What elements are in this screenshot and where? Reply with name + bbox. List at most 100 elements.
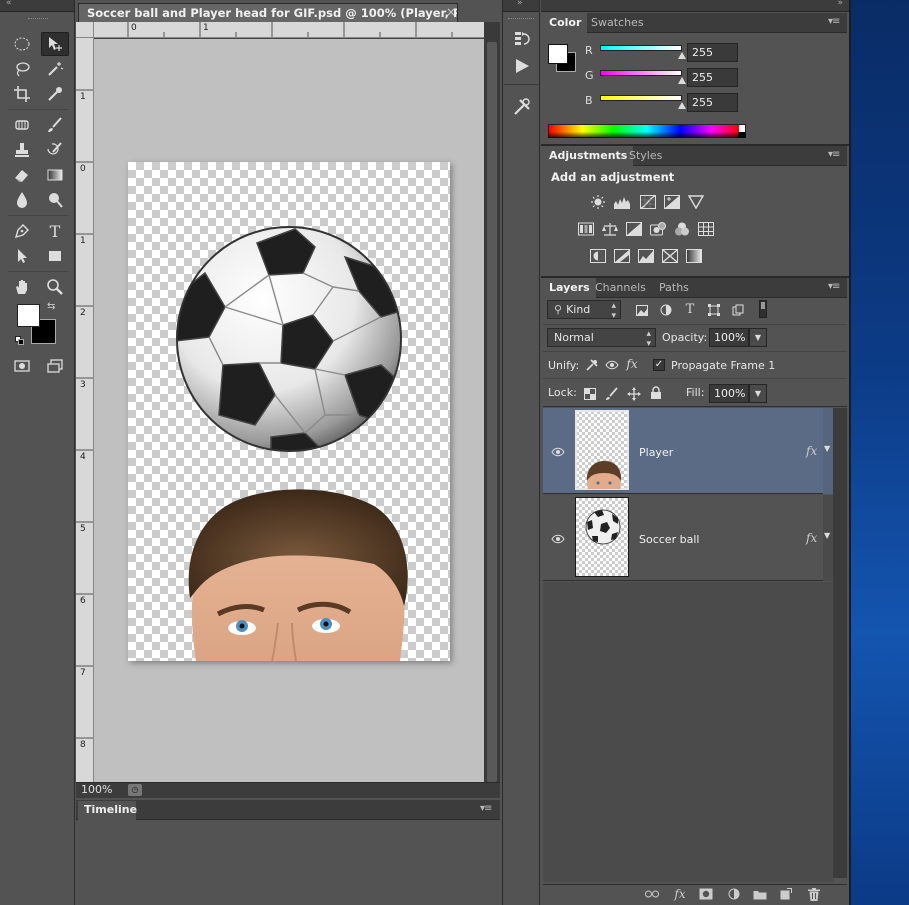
- actions-panel-icon[interactable]: [508, 53, 536, 79]
- brightness-contrast-icon[interactable]: [589, 194, 607, 210]
- move-tool-icon[interactable]: [41, 32, 69, 56]
- fill-dropdown-arrow[interactable]: ▼: [749, 384, 767, 403]
- link-layers-icon[interactable]: [644, 887, 660, 901]
- foreground-color-swatch[interactable]: [17, 304, 40, 327]
- type-tool-icon[interactable]: T: [41, 219, 69, 243]
- tab-channels[interactable]: Channels: [589, 278, 652, 298]
- propagate-frame-checkbox[interactable]: ✓: [653, 359, 665, 371]
- layer-visibility-eye-icon[interactable]: [551, 447, 565, 457]
- scrollbar-thumb[interactable]: [487, 42, 497, 782]
- blur-tool-icon[interactable]: [8, 188, 36, 212]
- layer-thumbnail-player[interactable]: [575, 410, 629, 490]
- fill-input[interactable]: 100%: [709, 384, 749, 403]
- layer-effects-toggle[interactable]: ▼: [823, 408, 833, 494]
- filter-adjustment-layers-icon[interactable]: [659, 303, 673, 317]
- tool-presets-panel-icon[interactable]: [508, 94, 536, 120]
- hand-tool-icon[interactable]: [8, 275, 36, 299]
- spectrum-black-chip[interactable]: [738, 132, 746, 138]
- history-panel-icon[interactable]: [508, 26, 536, 52]
- tab-layers[interactable]: Layers: [543, 278, 596, 298]
- lasso-tool-icon[interactable]: [8, 57, 36, 81]
- eraser-tool-icon[interactable]: [8, 163, 36, 187]
- filter-type-layers-icon[interactable]: T: [683, 302, 697, 317]
- right-dock-header[interactable]: »: [541, 0, 849, 12]
- exposure-icon[interactable]: [663, 194, 681, 210]
- filter-toggle-switch[interactable]: [759, 300, 767, 318]
- layer-visibility-eye-icon[interactable]: [551, 534, 565, 544]
- tab-paths[interactable]: Paths: [653, 278, 695, 298]
- curves-icon[interactable]: [639, 194, 657, 210]
- green-slider[interactable]: [600, 70, 682, 76]
- blue-slider-thumb[interactable]: [678, 102, 686, 109]
- expand-icon[interactable]: »: [837, 0, 843, 8]
- lock-transparent-pixels-icon[interactable]: [583, 387, 597, 401]
- unify-style-icon[interactable]: fx: [625, 357, 639, 371]
- filter-smart-objects-icon[interactable]: [731, 303, 745, 317]
- tools-panel-header[interactable]: «: [0, 0, 74, 12]
- expand-icon[interactable]: »: [517, 0, 523, 8]
- eyedropper-tool-icon[interactable]: [41, 82, 69, 106]
- threshold-icon[interactable]: [637, 248, 655, 264]
- document-scrollbar[interactable]: [484, 22, 500, 782]
- opacity-dropdown-arrow[interactable]: ▼: [749, 328, 767, 347]
- add-layer-mask-icon[interactable]: [698, 887, 714, 901]
- tab-color[interactable]: Color: [543, 13, 588, 33]
- zoom-tool-icon[interactable]: [41, 275, 69, 299]
- close-tab-icon[interactable]: ×: [446, 5, 456, 19]
- tab-styles[interactable]: Styles: [623, 146, 668, 166]
- ruler-horizontal[interactable]: 0 1: [94, 22, 484, 38]
- color-balance-icon[interactable]: [601, 221, 619, 237]
- layer-effects-icon[interactable]: fx: [806, 531, 817, 545]
- channel-mixer-icon[interactable]: [673, 221, 691, 237]
- lock-position-icon[interactable]: [627, 387, 641, 401]
- ruler-origin[interactable]: [76, 22, 94, 38]
- unify-visibility-icon[interactable]: [605, 358, 619, 372]
- gradient-tool-icon[interactable]: [41, 163, 69, 187]
- green-value-input[interactable]: 255: [687, 68, 738, 87]
- layers-scrollbar[interactable]: [833, 408, 847, 878]
- new-group-icon[interactable]: [752, 887, 768, 901]
- dock-grip[interactable]: [508, 18, 534, 21]
- pen-tool-icon[interactable]: [8, 219, 36, 243]
- delete-layer-icon[interactable]: [806, 887, 822, 901]
- posterize-icon[interactable]: [613, 248, 631, 264]
- panel-menu-icon[interactable]: ▾≡: [828, 149, 840, 160]
- quick-mask-icon[interactable]: [8, 354, 36, 378]
- swap-colors-icon[interactable]: ⇆: [47, 301, 55, 312]
- document-tab[interactable]: Soccer ball and Player head for GIF.psd …: [78, 3, 458, 23]
- lock-image-pixels-icon[interactable]: [605, 387, 619, 401]
- magic-wand-tool-icon[interactable]: [41, 57, 69, 81]
- vibrance-icon[interactable]: [687, 194, 705, 210]
- hue-saturation-icon[interactable]: [577, 221, 595, 237]
- clone-stamp-tool-icon[interactable]: [8, 138, 36, 162]
- filter-pixel-layers-icon[interactable]: [635, 303, 649, 317]
- panel-menu-icon[interactable]: ▾≡: [828, 16, 840, 27]
- red-slider-thumb[interactable]: [678, 52, 686, 59]
- lock-all-icon[interactable]: [649, 386, 663, 400]
- brush-tool-icon[interactable]: [41, 113, 69, 137]
- crop-tool-icon[interactable]: [8, 82, 36, 106]
- zoom-level[interactable]: 100%: [81, 783, 112, 796]
- layer-thumbnail-soccer-ball[interactable]: [575, 497, 629, 577]
- invert-icon[interactable]: [589, 248, 607, 264]
- foreground-color-chip[interactable]: [548, 44, 568, 64]
- dock-header[interactable]: »: [503, 0, 539, 12]
- red-value-input[interactable]: 255: [687, 43, 738, 62]
- tab-adjustments[interactable]: Adjustments: [543, 146, 634, 166]
- color-lookup-icon[interactable]: [697, 221, 715, 237]
- panel-menu-icon[interactable]: ▾≡: [480, 803, 492, 814]
- selective-color-icon[interactable]: [661, 248, 679, 264]
- black-white-icon[interactable]: [625, 221, 643, 237]
- layer-name-player[interactable]: Player: [639, 446, 673, 459]
- opacity-input[interactable]: 100%: [709, 328, 749, 347]
- history-brush-tool-icon[interactable]: [41, 138, 69, 162]
- blue-slider[interactable]: [600, 95, 682, 101]
- new-adjustment-layer-icon[interactable]: [726, 887, 742, 901]
- screen-mode-icon[interactable]: [41, 354, 69, 378]
- rectangle-tool-icon[interactable]: [41, 244, 69, 268]
- green-slider-thumb[interactable]: [678, 77, 686, 84]
- tab-swatches[interactable]: Swatches: [585, 13, 650, 33]
- blend-mode-dropdown[interactable]: Normal ▴ ▾: [547, 328, 656, 349]
- panel-menu-icon[interactable]: ▾≡: [828, 281, 840, 292]
- new-layer-icon[interactable]: [778, 887, 794, 901]
